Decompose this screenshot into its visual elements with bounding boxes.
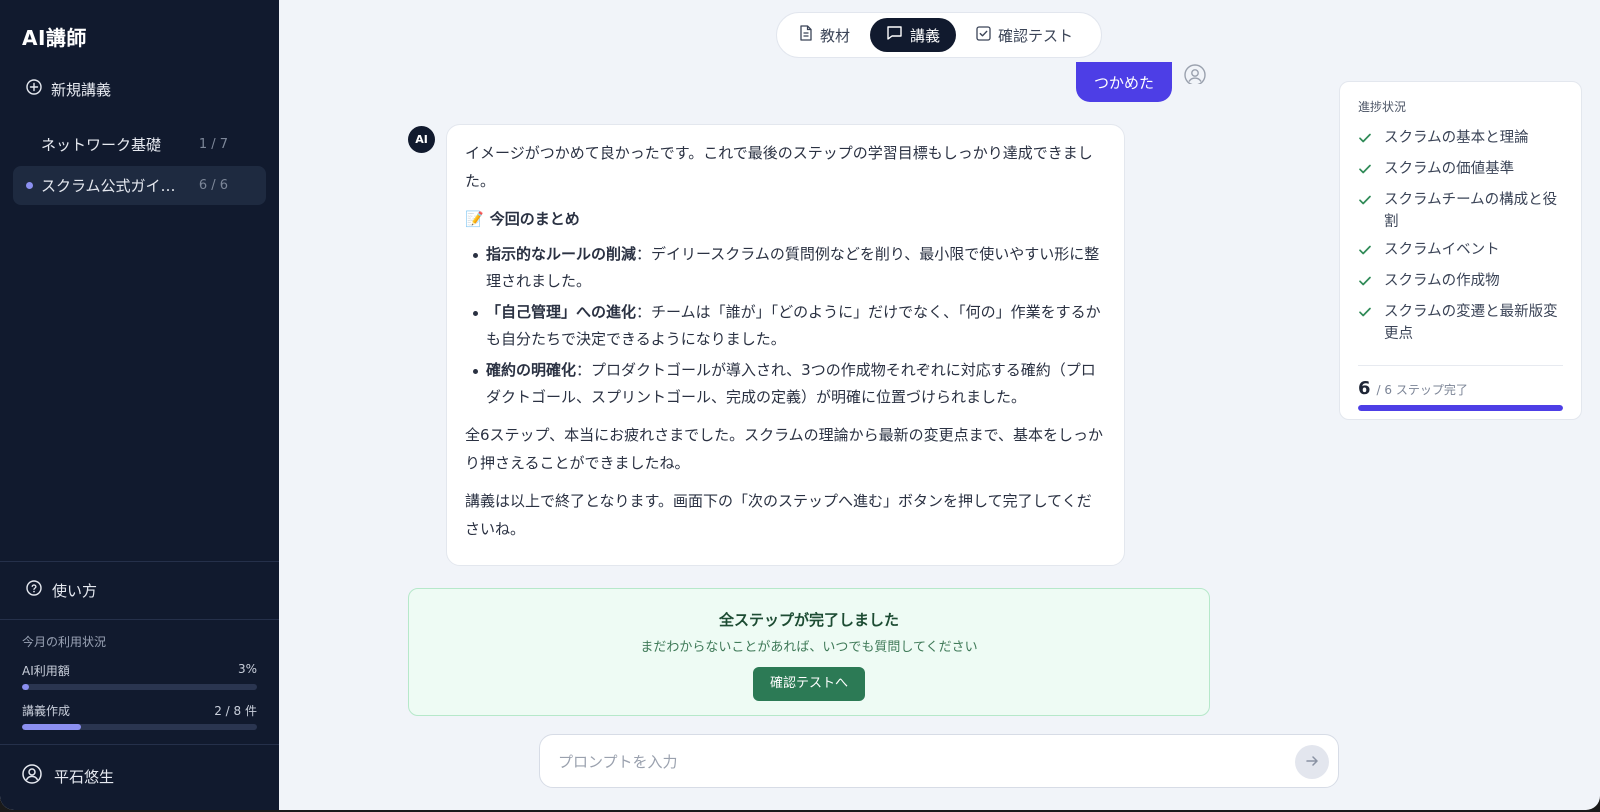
list-item: 確約の明確化：プロダクトゴールが導入され、3つの作成物それぞれに対応する確約（プ…: [465, 357, 1106, 411]
prompt-box: [539, 734, 1339, 788]
check-icon: [1358, 242, 1374, 264]
usage-create-bar: [22, 724, 257, 730]
sidebar-divider: [0, 561, 279, 562]
prompt-input[interactable]: [558, 749, 1258, 775]
summary-heading: 📝 今回のまとめ: [465, 205, 1106, 233]
help-icon: [26, 580, 42, 600]
help-label: 使い方: [52, 581, 98, 600]
check-icon: [1358, 130, 1374, 152]
go-to-quiz-button[interactable]: 確認テストへ: [752, 667, 865, 701]
list-item: 「自己管理」への進化：チームは「誰が」「どのように」だけでなく、「何の」作業をす…: [465, 299, 1106, 353]
lecture-item-scrum[interactable]: スクラム公式ガイ… 6 / 6: [13, 166, 266, 205]
check-icon: [1358, 304, 1374, 326]
check-icon: [1358, 192, 1374, 214]
check-icon: [1358, 273, 1374, 295]
usage-create-label: 講義作成: [22, 704, 71, 718]
completion-box: 全ステップが完了しました まだわからないことがあれば、いつでも質問してください …: [408, 588, 1210, 716]
usage-create-value: 2 / 8 件: [214, 704, 257, 718]
progress-title: 進捗状況: [1358, 100, 1407, 114]
user-message: つかめた: [1076, 62, 1172, 102]
tab-label: 確認テスト: [998, 26, 1074, 45]
progress-fill: [1358, 405, 1563, 411]
summary-title: 今回のまとめ: [489, 210, 580, 228]
bullet-bold: 確約の明確化: [486, 361, 577, 379]
progress-done: 6: [1358, 378, 1371, 399]
tab-label: 教材: [820, 26, 851, 45]
usage-title: 今月の利用状況: [22, 635, 107, 649]
step-label: スクラムチームの構成と役割: [1384, 192, 1558, 230]
checkbox-icon: [976, 25, 991, 45]
lecture-dot: [26, 141, 33, 148]
ai-closing-1: 全6ステップ、本当にお疲れさまでした。スクラムの理論から最新の変更点まで、基本を…: [465, 426, 1104, 472]
tab-label: 講義: [910, 26, 941, 45]
bullet-bold: 「自己管理」への進化: [486, 303, 637, 321]
ai-closing-2: 講義は以上で終了となります。画面下の「次のステップへ進む」ボタンを押して完了して…: [465, 492, 1092, 538]
tab-quiz[interactable]: 確認テスト: [960, 18, 1089, 52]
completion-title: 全ステップが完了しました: [718, 611, 899, 629]
app-window: AI講師 新規講義 ネットワーク基礎 1 / 7 スクラム公式ガイ… 6 / 6…: [0, 0, 1600, 810]
step-item: スクラムチームの構成と役割: [1358, 189, 1563, 233]
lecture-count: 1 / 7: [198, 137, 228, 152]
user-name: 平石悠生: [54, 767, 115, 786]
usage-ai-row: AI利用額 3%: [22, 662, 257, 679]
user-icon: [22, 764, 42, 788]
tab-materials[interactable]: 教材: [783, 18, 866, 52]
bullet-bold: 指示的なルールの削減: [486, 245, 637, 263]
ai-intro: イメージがつかめて良かったです。これで最後のステップの学習目標もしっかり達成でき…: [465, 144, 1093, 190]
ai-message: イメージがつかめて良かったです。これで最後のステップの学習目標もしっかり達成でき…: [446, 124, 1125, 566]
usage-ai-fill: [22, 684, 30, 690]
usage-ai-value: 3%: [237, 662, 257, 676]
new-lecture-label: 新規講義: [51, 80, 112, 99]
step-label: スクラムの変遷と最新版変更点: [1384, 304, 1558, 342]
completion-subtitle: まだわからないことがあれば、いつでも質問してください: [640, 640, 978, 655]
step-item: スクラムイベント: [1358, 239, 1563, 264]
progress-panel: 進捗状況 スクラムの基本と理論 スクラムの価値基準 スクラムチームの構成と役割 …: [1339, 81, 1582, 420]
send-button[interactable]: [1295, 745, 1329, 779]
document-icon: [799, 25, 813, 45]
progress-count: 6 / 6 ステップ完了: [1358, 378, 1563, 399]
step-item: スクラムの価値基準: [1358, 158, 1563, 183]
arrow-right-icon: [1305, 753, 1319, 772]
step-item: スクラムの基本と理論: [1358, 127, 1563, 152]
lecture-item-network[interactable]: ネットワーク基礎 1 / 7: [13, 125, 266, 164]
step-label: スクラムの基本と理論: [1384, 130, 1529, 146]
sidebar-divider: [0, 619, 279, 620]
summary-list: 指示的なルールの削減：デイリースクラムの質問例などを削り、最小限で使いやすい形に…: [465, 241, 1106, 411]
usage-create-row: 講義作成 2 / 8 件: [22, 702, 257, 719]
step-list: スクラムの基本と理論 スクラムの価値基準 スクラムチームの構成と役割 スクラムイ…: [1358, 127, 1563, 345]
step-item: スクラムの作成物: [1358, 270, 1563, 295]
help-button[interactable]: 使い方: [14, 575, 97, 605]
progress-total: / 6 ステップ完了: [1376, 383, 1468, 397]
check-icon: [1358, 161, 1374, 183]
tab-lecture[interactable]: 講義: [870, 18, 957, 52]
brand-title: AI講師: [22, 26, 87, 50]
lecture-name: ネットワーク基礎: [41, 136, 162, 154]
view-tabs: 教材 講義 確認テスト: [776, 12, 1102, 58]
usage-ai-label: AI利用額: [22, 664, 70, 678]
user-menu[interactable]: 平石悠生: [22, 764, 114, 788]
lecture-name: スクラム公式ガイ…: [41, 177, 176, 195]
progress-bar: [1358, 405, 1563, 411]
user-avatar-icon: [1184, 64, 1206, 84]
step-label: スクラムの作成物: [1384, 273, 1500, 289]
sidebar: AI講師 新規講義 ネットワーク基礎 1 / 7 スクラム公式ガイ… 6 / 6…: [0, 0, 279, 810]
sidebar-divider: [0, 744, 279, 745]
list-item: 指示的なルールの削減：デイリースクラムの質問例などを削り、最小限で使いやすい形に…: [465, 241, 1106, 295]
progress-divider: [1358, 365, 1563, 366]
chat-icon: [886, 25, 903, 45]
step-label: スクラムの価値基準: [1384, 161, 1515, 177]
bullet-text: ：プロダクトゴールが導入され、3つの作成物それぞれに対応する確約（プロダクトゴー…: [486, 361, 1096, 406]
plus-circle-icon: [26, 79, 42, 99]
memo-icon: 📝: [465, 210, 484, 228]
ai-avatar: AI: [408, 126, 435, 153]
lecture-count: 6 / 6: [198, 178, 228, 193]
usage-create-fill: [22, 724, 81, 730]
new-lecture-button[interactable]: 新規講義: [14, 74, 266, 104]
active-dot: [26, 182, 33, 189]
step-label: スクラムイベント: [1384, 242, 1500, 258]
usage-ai-bar: [22, 684, 257, 690]
step-item: スクラムの変遷と最新版変更点: [1358, 301, 1563, 345]
